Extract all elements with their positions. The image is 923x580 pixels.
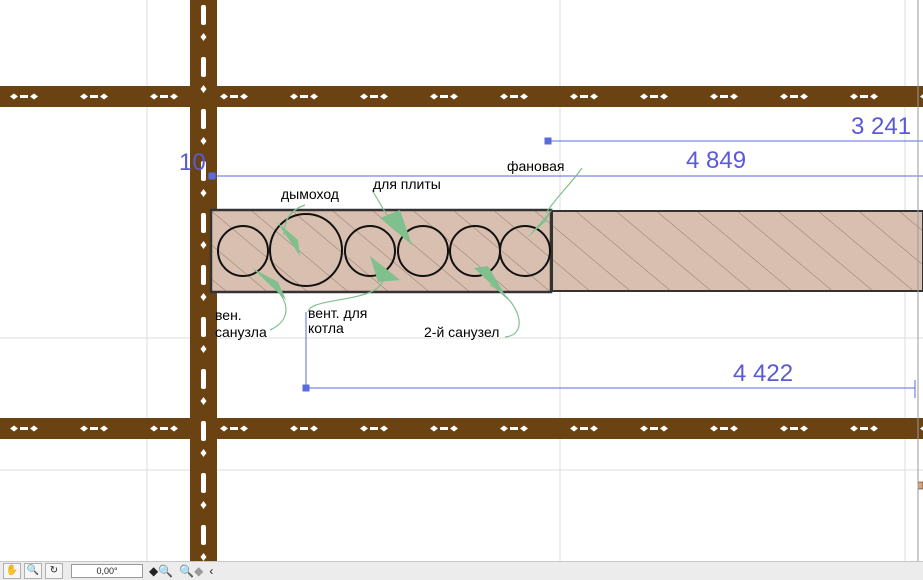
edge-marker bbox=[917, 481, 923, 490]
status-bar: ✋ 🔍 ↻ 0,00° ◆🔍 🔍◆ ‹ bbox=[0, 561, 923, 580]
dimension-upper: 4 849 bbox=[686, 147, 746, 174]
beam-bottom bbox=[0, 418, 923, 439]
beam-mark bbox=[20, 95, 28, 98]
beam-mark bbox=[370, 95, 378, 98]
dimension-lower: 4 422 bbox=[733, 360, 793, 387]
label-vent-bathroom-line1: вен. bbox=[215, 307, 242, 323]
beam-mark bbox=[650, 95, 658, 98]
beam-mark bbox=[650, 427, 658, 430]
post-mark bbox=[201, 213, 206, 233]
beam-mark bbox=[160, 95, 168, 98]
beam-mark bbox=[90, 95, 98, 98]
beam-mark bbox=[440, 95, 448, 98]
beam-mark bbox=[720, 427, 728, 430]
post-mark bbox=[201, 5, 206, 25]
drawing-canvas[interactable]: 3 241 10 4 849 4 422 дымоход для плиты ф… bbox=[0, 0, 923, 561]
zoom-next-icon[interactable]: 🔍◆ bbox=[179, 564, 203, 578]
beam-mark bbox=[790, 95, 798, 98]
beam-mark bbox=[370, 427, 378, 430]
beam-mark bbox=[790, 427, 798, 430]
label-fan-pipe: фановая bbox=[507, 158, 564, 174]
beam-mark bbox=[300, 427, 308, 430]
beam-mark bbox=[230, 95, 238, 98]
beam-mark bbox=[720, 95, 728, 98]
dimension-offset: 10 bbox=[179, 149, 206, 176]
post-mark bbox=[201, 369, 206, 389]
beam-mark bbox=[510, 95, 518, 98]
label-chimney: дымоход bbox=[281, 186, 339, 202]
scroll-left-icon[interactable]: ‹ bbox=[209, 564, 213, 578]
beam-mark bbox=[300, 95, 308, 98]
post-mark bbox=[201, 421, 206, 441]
pan-hand-icon[interactable]: ✋ bbox=[3, 563, 21, 579]
beam-mark bbox=[860, 95, 868, 98]
beam-mark bbox=[230, 427, 238, 430]
beam-mark bbox=[860, 427, 868, 430]
label-vent-bathroom-line2: санузла bbox=[215, 324, 267, 340]
dimension-top-right: 3 241 bbox=[851, 113, 911, 140]
post-mark bbox=[201, 525, 206, 545]
beam-top bbox=[0, 86, 923, 107]
beam-mark bbox=[510, 427, 518, 430]
beam-mark bbox=[20, 427, 28, 430]
label-for-stove: для плиты bbox=[373, 176, 441, 192]
post-mark bbox=[201, 317, 206, 337]
beam-mark bbox=[160, 427, 168, 430]
zoom-fit-icon[interactable]: 🔍 bbox=[24, 563, 42, 579]
beam-mark bbox=[90, 427, 98, 430]
beam-mark bbox=[580, 95, 588, 98]
post-mark bbox=[201, 265, 206, 285]
angle-field[interactable]: 0,00° bbox=[71, 564, 143, 578]
label-second-bathroom: 2-й санузел bbox=[424, 324, 499, 340]
post-mark bbox=[201, 109, 206, 129]
zoom-previous-icon[interactable]: ◆🔍 bbox=[149, 564, 173, 578]
beam-mark bbox=[440, 427, 448, 430]
post-mark bbox=[201, 57, 206, 77]
label-vent-boiler-line2: котла bbox=[308, 320, 344, 336]
post-mark bbox=[201, 473, 206, 493]
wall-hatched[interactable] bbox=[551, 210, 923, 292]
beam-mark bbox=[580, 427, 588, 430]
label-vent-boiler-line1: вент. для bbox=[308, 305, 367, 321]
rotate-view-icon[interactable]: ↻ bbox=[45, 563, 63, 579]
